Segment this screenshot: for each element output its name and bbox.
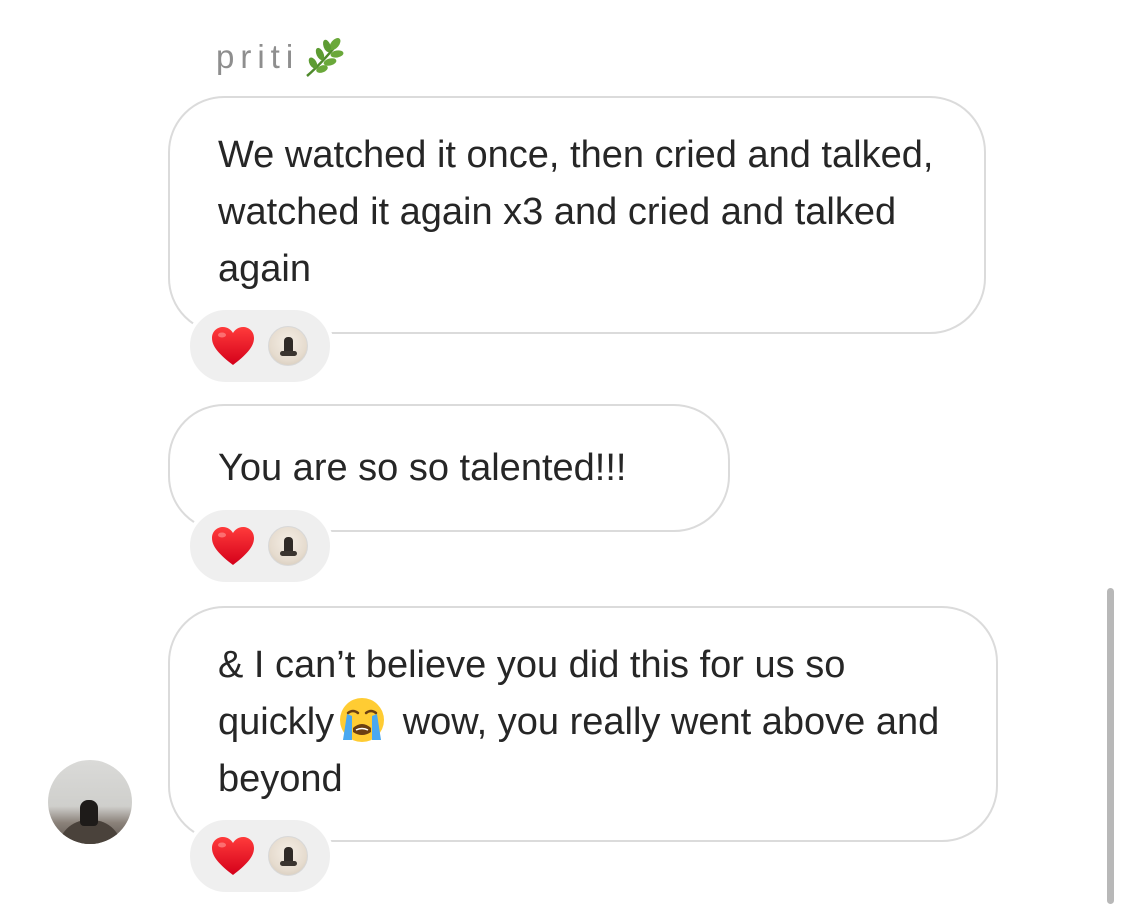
reaction-pill[interactable] xyxy=(186,306,334,386)
scrollbar[interactable] xyxy=(1107,588,1114,904)
sender-avatar[interactable] xyxy=(48,760,132,844)
loudly-crying-face-icon xyxy=(340,698,385,742)
sender-name-text: priti xyxy=(216,38,300,75)
reactor-avatar xyxy=(268,526,308,566)
sender-name: priti xyxy=(216,34,347,80)
message-text: You are so so talented!!! xyxy=(218,447,627,489)
message-bubble[interactable]: We watched it once, then cried and talke… xyxy=(168,96,986,334)
chat-thread: priti We watched it once, then cried and… xyxy=(0,0,1125,912)
reactor-avatar xyxy=(268,836,308,876)
reaction-pill[interactable] xyxy=(186,506,334,586)
message-text: We watched it once, then cried and talke… xyxy=(218,134,934,290)
message-bubble[interactable]: & I can’t believe you did this for us so… xyxy=(168,606,998,842)
herb-leaf-icon xyxy=(306,38,344,77)
heart-icon xyxy=(212,837,254,875)
heart-icon xyxy=(212,327,254,365)
reactor-avatar xyxy=(268,326,308,366)
heart-icon xyxy=(212,527,254,565)
reaction-pill[interactable] xyxy=(186,816,334,896)
